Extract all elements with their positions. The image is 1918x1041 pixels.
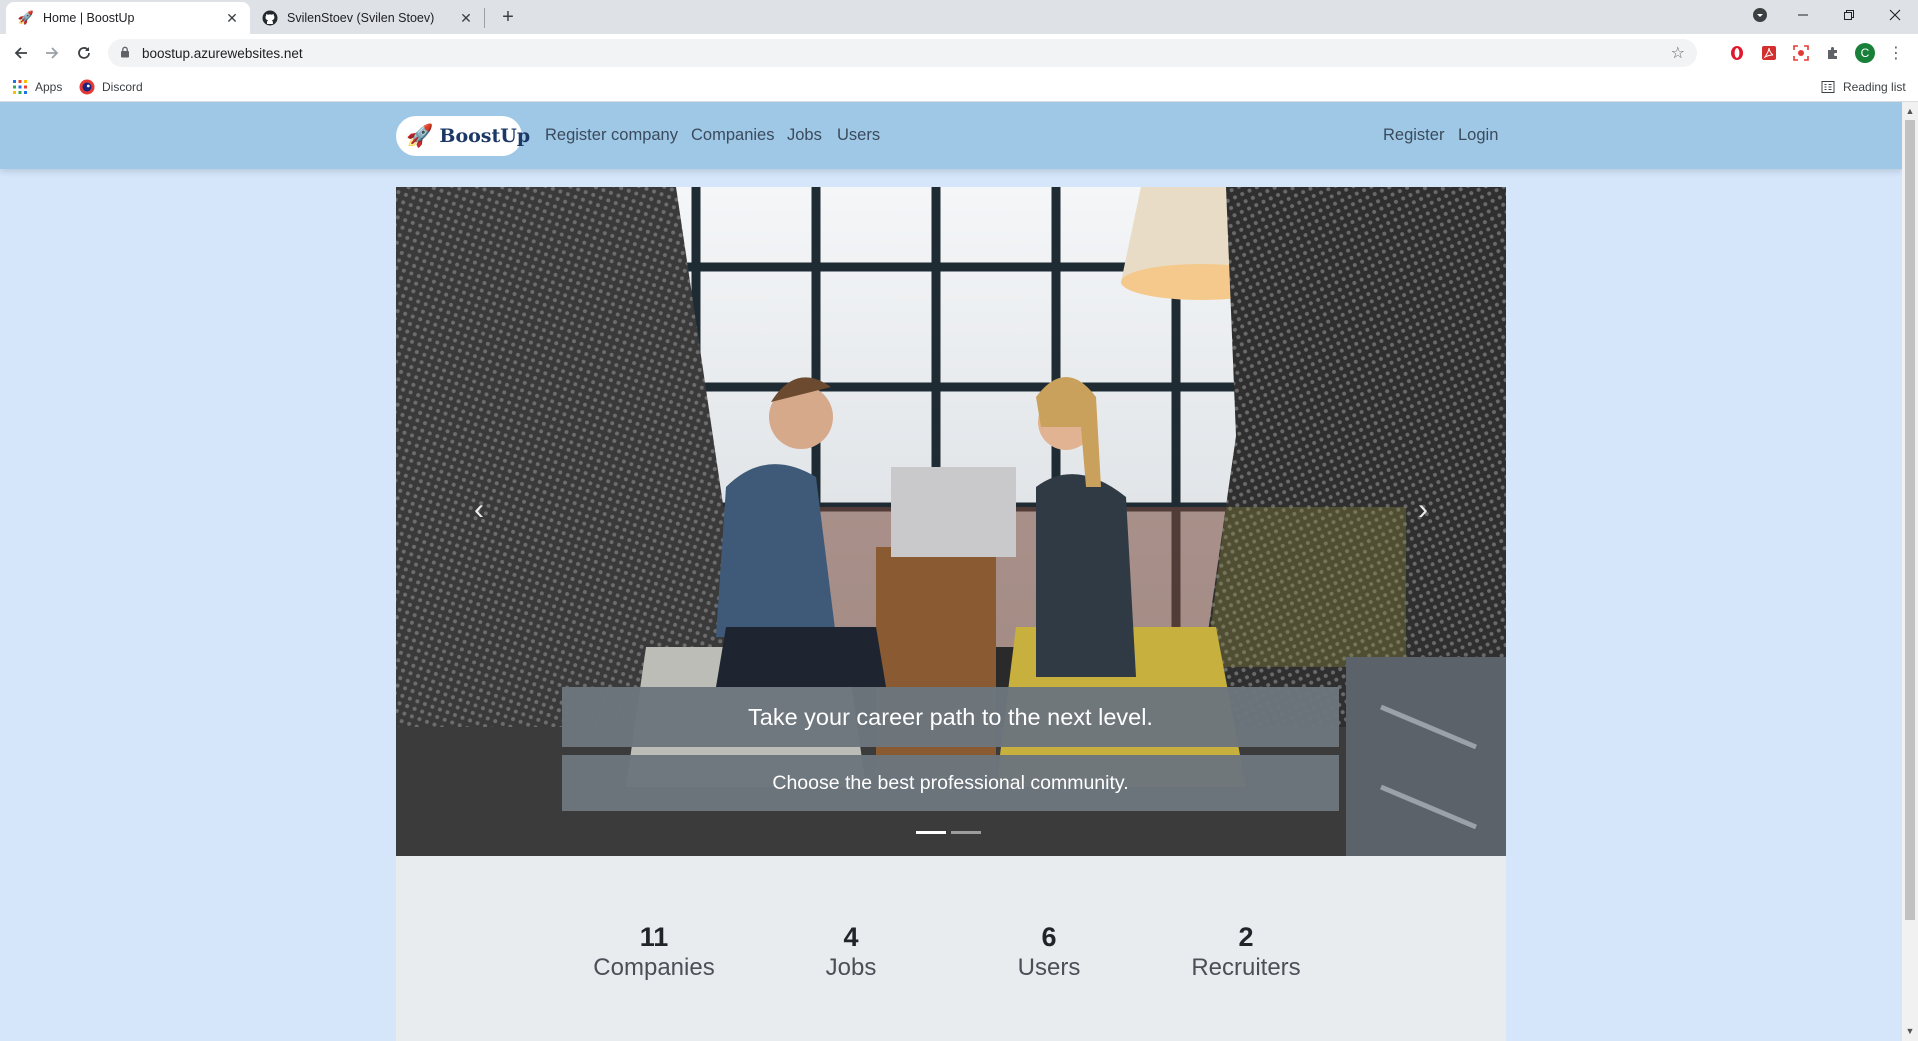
nav-login[interactable]: Login bbox=[1458, 126, 1498, 145]
restore-icon[interactable] bbox=[1826, 0, 1872, 30]
bookmark-label: Apps bbox=[35, 80, 63, 94]
bookmarks-bar: Apps Discord Reading list bbox=[0, 71, 1918, 102]
lock-icon bbox=[120, 46, 132, 61]
address-bar[interactable]: boostup.azurewebsites.net ☆ bbox=[108, 39, 1697, 67]
rocket-icon: 🚀 bbox=[17, 10, 35, 25]
minimize-icon[interactable] bbox=[1780, 0, 1826, 30]
scroll-down-icon[interactable]: ▼ bbox=[1905, 1024, 1915, 1038]
reading-list-label: Reading list bbox=[1843, 80, 1906, 94]
brand-logo[interactable]: 🚀 BoostUp bbox=[396, 116, 530, 156]
brand-name: BoostUp bbox=[439, 125, 531, 147]
reading-list-icon bbox=[1820, 79, 1836, 95]
hero-carousel: ‹ › Take your career path to the next le… bbox=[396, 187, 1506, 856]
opera-extension-icon[interactable] bbox=[1727, 43, 1747, 63]
carousel-caption-text: Choose the best professional community. bbox=[562, 755, 1339, 811]
screenshot-extension-icon[interactable] bbox=[1791, 43, 1811, 63]
stat-value: 6 bbox=[1041, 922, 1057, 952]
reading-list-button[interactable]: Reading list bbox=[1820, 77, 1906, 97]
discord-icon bbox=[79, 79, 95, 95]
bookmark-discord[interactable]: Discord bbox=[79, 77, 143, 97]
window-close-icon[interactable] bbox=[1872, 0, 1918, 30]
carousel-indicator-2[interactable] bbox=[951, 831, 981, 834]
nav-register-company[interactable]: Register company bbox=[545, 126, 678, 145]
bookmark-apps[interactable]: Apps bbox=[12, 77, 62, 97]
tab-title: SvilenStoev (Svilen Stoev) bbox=[287, 11, 435, 25]
nav-users[interactable]: Users bbox=[837, 126, 880, 145]
new-tab-icon[interactable]: + bbox=[496, 6, 520, 30]
nav-register[interactable]: Register bbox=[1383, 126, 1444, 145]
carousel-indicator-1[interactable] bbox=[916, 831, 946, 834]
url-text: boostup.azurewebsites.net bbox=[142, 45, 303, 61]
stat-label: Companies bbox=[593, 954, 715, 981]
site-navbar: 🚀 BoostUp Register company Companies Job… bbox=[0, 102, 1902, 169]
stats-panel: 11 Companies 4 Jobs 6 Users 2 Recruiters bbox=[396, 856, 1506, 1041]
scrollbar-thumb[interactable] bbox=[1905, 120, 1915, 920]
stat-users: 6 Users bbox=[969, 922, 1129, 984]
stat-recruiters: 2 Recruiters bbox=[1166, 922, 1326, 984]
rocket-icon: 🚀 bbox=[406, 123, 434, 148]
stat-companies: 11 Companies bbox=[574, 922, 734, 984]
carousel-indicators bbox=[916, 831, 981, 834]
carousel-caption-title: Take your career path to the next level. bbox=[562, 687, 1339, 747]
tab-search-icon[interactable] bbox=[1737, 0, 1783, 30]
profile-avatar[interactable]: C bbox=[1855, 43, 1875, 63]
stat-value: 2 bbox=[1238, 922, 1254, 952]
bookmark-label: Discord bbox=[102, 80, 143, 94]
browser-toolbar: boostup.azurewebsites.net ☆ C ⋮ bbox=[0, 34, 1918, 71]
tab-separator bbox=[484, 8, 485, 28]
stat-value: 4 bbox=[843, 922, 859, 952]
pdf-extension-icon[interactable] bbox=[1759, 43, 1779, 63]
stat-label: Jobs bbox=[825, 954, 877, 981]
carousel-prev-icon[interactable]: ‹ bbox=[464, 495, 494, 525]
tab-home-boostup[interactable]: 🚀 Home | BoostUp ✕ bbox=[6, 2, 250, 34]
page-scrollbar[interactable]: ▲ ▼ bbox=[1902, 102, 1918, 1041]
page-viewport: 🚀 BoostUp Register company Companies Job… bbox=[0, 102, 1902, 1041]
close-icon[interactable]: ✕ bbox=[224, 10, 240, 26]
carousel-next-icon[interactable]: › bbox=[1408, 495, 1438, 525]
stat-label: Users bbox=[1017, 954, 1081, 981]
tab-title: Home | BoostUp bbox=[43, 11, 135, 25]
stat-label: Recruiters bbox=[1191, 954, 1301, 981]
nav-jobs[interactable]: Jobs bbox=[787, 126, 822, 145]
scroll-up-icon[interactable]: ▲ bbox=[1905, 104, 1915, 118]
close-icon[interactable]: ✕ bbox=[458, 10, 474, 26]
browser-tab-bar: 🚀 Home | BoostUp ✕ SvilenStoev (Svilen S… bbox=[0, 0, 1918, 34]
apps-grid-icon bbox=[12, 79, 28, 95]
forward-arrow-icon[interactable] bbox=[39, 40, 65, 66]
menu-kebab-icon[interactable]: ⋮ bbox=[1886, 43, 1906, 63]
nav-companies[interactable]: Companies bbox=[691, 126, 774, 145]
extensions-puzzle-icon[interactable] bbox=[1823, 43, 1843, 63]
reload-icon[interactable] bbox=[71, 40, 97, 66]
tab-github[interactable]: SvilenStoev (Svilen Stoev) ✕ bbox=[250, 2, 484, 34]
github-icon bbox=[262, 10, 278, 26]
bookmark-star-icon[interactable]: ☆ bbox=[1671, 43, 1685, 63]
back-arrow-icon[interactable] bbox=[8, 40, 34, 66]
stat-jobs: 4 Jobs bbox=[771, 922, 931, 984]
stat-value: 11 bbox=[639, 922, 669, 952]
